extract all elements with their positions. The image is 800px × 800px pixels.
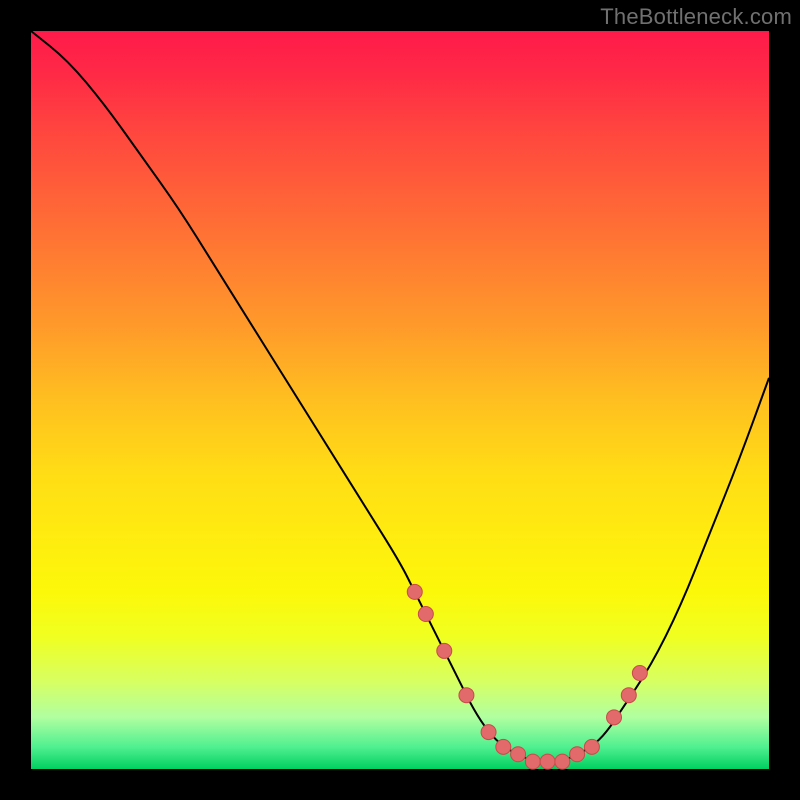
curve-layer (31, 31, 769, 769)
attribution-text: TheBottleneck.com (600, 4, 792, 30)
data-dot (607, 710, 622, 725)
chart-frame: TheBottleneck.com (0, 0, 800, 800)
data-dot (418, 607, 433, 622)
data-dot (407, 584, 422, 599)
data-dot (540, 754, 555, 769)
data-dot (632, 666, 647, 681)
bottleneck-curve (31, 31, 769, 762)
data-dot (481, 725, 496, 740)
data-dots (407, 584, 647, 769)
data-dot (584, 739, 599, 754)
data-dot (621, 688, 636, 703)
data-dot (459, 688, 474, 703)
data-dot (511, 747, 526, 762)
data-dot (555, 754, 570, 769)
data-dot (525, 754, 540, 769)
plot-area (31, 31, 769, 769)
data-dot (570, 747, 585, 762)
data-dot (496, 739, 511, 754)
data-dot (437, 643, 452, 658)
